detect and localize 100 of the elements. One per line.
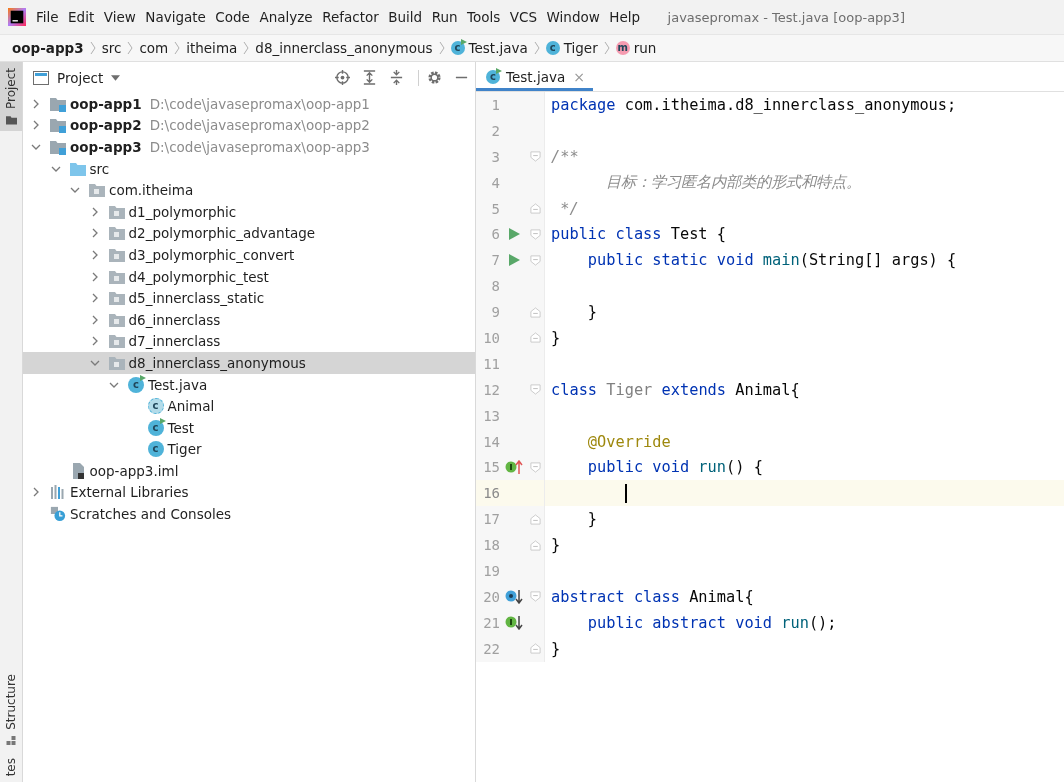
breadcrumb-item[interactable]: oop-app3 xyxy=(12,40,84,56)
package-folder-icon xyxy=(108,311,125,328)
code-line: } xyxy=(586,510,598,529)
settings-icon[interactable] xyxy=(427,70,442,85)
line-number: 21 xyxy=(482,614,500,631)
menu-item[interactable]: Refactor xyxy=(322,9,379,25)
line-number: 1 xyxy=(490,96,500,113)
tree-item[interactable]: src xyxy=(23,157,475,180)
line-number: 16 xyxy=(482,485,500,502)
menu-item[interactable]: Navigate xyxy=(145,9,206,25)
menu-item[interactable]: Run xyxy=(431,9,458,25)
implemented-icon[interactable] xyxy=(504,615,523,630)
run-icon[interactable] xyxy=(507,228,520,241)
locate-icon[interactable] xyxy=(335,70,350,85)
class-icon: c xyxy=(147,441,164,458)
chevron-icon[interactable] xyxy=(31,142,41,152)
chevron-icon[interactable] xyxy=(31,98,41,109)
menu-item[interactable]: Window xyxy=(546,9,600,25)
package-folder-icon xyxy=(108,268,125,285)
menu-item[interactable]: Code xyxy=(215,9,250,25)
tree-item[interactable]: oop-app2 D:\code\javasepromax\oop-app2 xyxy=(23,114,475,137)
tree-item[interactable]: d8_innerclass_anonymous xyxy=(23,352,475,374)
panel-title[interactable]: Project xyxy=(57,69,104,86)
package-folder-icon xyxy=(108,354,125,371)
menu-item[interactable]: Tools xyxy=(467,9,501,25)
tool-window-button[interactable]: tes xyxy=(0,751,22,782)
implements-method-icon[interactable] xyxy=(504,460,523,475)
caret-icon[interactable] xyxy=(111,74,121,81)
line-number: 11 xyxy=(482,355,500,372)
breadcrumb-item[interactable]: d8_innerclass_anonymous xyxy=(255,40,433,56)
line-number: 15 xyxy=(482,459,500,476)
tree-item[interactable]: com.itheima xyxy=(23,179,475,201)
code-line: public class Test { xyxy=(551,225,726,244)
module-folder-icon xyxy=(50,95,66,112)
tool-window-button[interactable]: Structure xyxy=(0,667,22,752)
tree-item[interactable]: oop-app3 D:\code\javasepromax\oop-app3 xyxy=(23,136,475,158)
package-folder-icon xyxy=(108,203,125,220)
tree-item[interactable]: d1_polymorphic xyxy=(23,200,475,223)
line-number: 6 xyxy=(490,226,500,243)
tree-item[interactable]: c Test.java xyxy=(23,373,475,396)
breadcrumb-item[interactable]: c Tiger xyxy=(545,40,598,56)
code-line: /** xyxy=(551,147,579,166)
window-title: javasepromax - Test.java [oop-app3] xyxy=(667,9,905,25)
separator-icon xyxy=(603,41,610,55)
tree-item[interactable]: d3_polymorphic_convert xyxy=(23,244,475,266)
tree-item[interactable]: oop-app3.iml xyxy=(23,460,475,482)
tree-item[interactable]: c Test xyxy=(23,416,475,439)
text-caret xyxy=(624,483,627,503)
module-folder-icon xyxy=(50,117,66,134)
code-line: } xyxy=(551,536,561,555)
breadcrumb-item[interactable]: itheima xyxy=(186,40,238,56)
libraries-icon xyxy=(50,484,66,501)
line-number: 4 xyxy=(490,174,500,191)
separator-icon xyxy=(127,41,134,55)
code-line: package com.itheima.d8_innerclass_anonymous; xyxy=(551,95,957,114)
structure-icon xyxy=(5,735,17,746)
tree-item[interactable]: d4_polymorphic_test xyxy=(23,265,475,288)
code-line: } xyxy=(551,639,561,658)
tree-item[interactable]: d7_innerclass xyxy=(23,330,475,353)
tree-item[interactable]: c Animal xyxy=(23,395,475,417)
tree-item[interactable]: c Tiger xyxy=(23,438,475,461)
tree-item[interactable]: d2_polymorphic_advantage xyxy=(23,222,475,245)
tree-item[interactable]: oop-app1 D:\code\javasepromax\oop-app1 xyxy=(23,93,475,115)
line-number: 17 xyxy=(482,511,500,528)
panel-icon xyxy=(33,70,49,85)
line-number: 7 xyxy=(490,252,500,269)
breadcrumb-item[interactable]: m run xyxy=(615,40,657,56)
menu-item[interactable]: Help xyxy=(609,9,641,25)
chevron-icon[interactable] xyxy=(31,487,41,498)
collapse-all-icon[interactable] xyxy=(389,70,404,85)
code-line: @Override xyxy=(586,432,671,451)
breadcrumb-item[interactable]: src xyxy=(101,40,122,56)
menu-item[interactable]: File xyxy=(36,9,59,25)
package-folder-icon xyxy=(108,333,125,350)
tree-item[interactable]: d5_innerclass_static xyxy=(23,287,475,309)
class-icon: c xyxy=(128,376,144,393)
tree-item[interactable]: Scratches and Consoles xyxy=(23,503,475,525)
menu-item[interactable]: VCS xyxy=(509,9,538,25)
menu-item[interactable]: View xyxy=(103,9,136,25)
run-icon[interactable] xyxy=(507,254,520,267)
tree-item[interactable]: External Libraries xyxy=(23,481,475,504)
menu-item[interactable]: Build xyxy=(388,9,423,25)
app-logo-icon xyxy=(8,8,26,26)
code-line: */ xyxy=(559,199,579,218)
menu-item[interactable]: Analyze xyxy=(259,9,313,25)
expand-all-icon[interactable] xyxy=(362,70,377,85)
package-folder-icon xyxy=(108,225,125,242)
chevron-icon[interactable] xyxy=(31,120,41,131)
scratches-icon xyxy=(50,506,66,523)
subclassed-icon[interactable] xyxy=(504,589,523,604)
breadcrumb-item[interactable]: com xyxy=(139,40,169,56)
module-path: D:\code\javasepromax\oop-app3 xyxy=(149,139,370,155)
package-folder-icon xyxy=(108,290,125,307)
line-number: 19 xyxy=(482,562,500,579)
class-icon: c xyxy=(147,419,164,436)
breadcrumb-item[interactable]: c Test.java xyxy=(450,40,528,56)
menu-item[interactable]: Edit xyxy=(68,9,95,25)
package-folder-icon xyxy=(89,182,105,199)
project-tool-button[interactable]: Project xyxy=(0,62,22,132)
tree-item[interactable]: d6_innerclass xyxy=(23,308,475,331)
